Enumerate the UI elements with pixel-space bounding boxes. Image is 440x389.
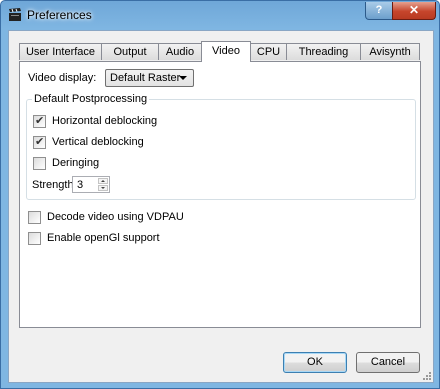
dialog-client: User Interface Output Audio Video CPU Th… <box>8 30 434 383</box>
cancel-button[interactable]: Cancel <box>356 352 420 373</box>
video-display-value: Default Raster <box>110 72 181 84</box>
ok-button[interactable]: OK <box>283 352 347 373</box>
help-button[interactable]: ? <box>365 2 393 20</box>
deringing-checkbox[interactable] <box>33 157 46 170</box>
tab-cpu[interactable]: CPU <box>250 43 287 60</box>
horizontal-deblocking-checkbox[interactable]: ✔ <box>33 115 46 128</box>
strength-spinbox[interactable]: 3 <box>72 176 110 193</box>
vertical-deblocking-label[interactable]: Vertical deblocking <box>52 136 144 148</box>
strength-label: Strength: <box>32 179 77 191</box>
horizontal-deblocking-label[interactable]: Horizontal deblocking <box>52 115 157 127</box>
opengl-label[interactable]: Enable openGl support <box>47 232 160 244</box>
video-tab-panel: Video display: Default Raster Default Po… <box>19 61 421 328</box>
tab-output[interactable]: Output <box>101 43 159 60</box>
preferences-window: Preferences ? ✕ User Interface Output Au… <box>0 0 440 389</box>
deringing-label[interactable]: Deringing <box>52 157 99 169</box>
vdpau-checkbox[interactable] <box>28 211 41 224</box>
opengl-checkbox[interactable] <box>28 232 41 245</box>
strength-value: 3 <box>77 179 84 191</box>
postprocessing-group: Default Postprocessing ✔ Horizontal debl… <box>26 93 416 200</box>
vdpau-label[interactable]: Decode video using VDPAU <box>47 211 184 223</box>
video-display-label: Video display: <box>28 72 97 84</box>
spin-up-icon[interactable] <box>98 178 108 184</box>
clapperboard-icon <box>9 8 21 21</box>
tab-user-interface[interactable]: User Interface <box>19 43 102 60</box>
window-title: Preferences <box>27 8 92 22</box>
chevron-down-icon <box>179 76 187 80</box>
tab-audio[interactable]: Audio <box>158 43 202 60</box>
postprocessing-group-title: Default Postprocessing <box>32 93 150 105</box>
spin-down-icon[interactable] <box>98 185 108 191</box>
resize-grip-icon[interactable] <box>421 370 431 380</box>
tab-threading[interactable]: Threading <box>286 43 361 60</box>
checkmark-icon: ✔ <box>35 115 45 127</box>
close-button[interactable]: ✕ <box>392 2 436 20</box>
tab-video[interactable]: Video <box>201 41 251 62</box>
title-bar[interactable]: Preferences ? ✕ <box>1 1 439 29</box>
tab-avisynth[interactable]: Avisynth <box>360 43 420 60</box>
video-display-combobox[interactable]: Default Raster <box>105 69 194 87</box>
vertical-deblocking-checkbox[interactable]: ✔ <box>33 136 46 149</box>
checkmark-icon: ✔ <box>35 136 45 148</box>
